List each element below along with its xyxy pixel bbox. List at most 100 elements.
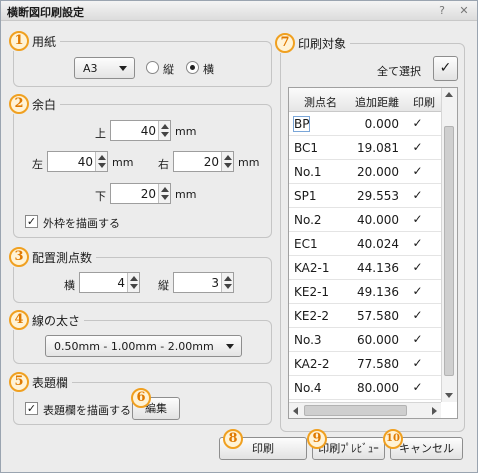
table-row[interactable]: No.1 20.000 ✓	[289, 160, 441, 184]
margin-right-stepper[interactable]: 20	[173, 151, 234, 172]
station-name-cell[interactable]: KE2-2	[294, 309, 329, 323]
station-name-cell[interactable]: BC1	[294, 141, 318, 155]
table-row[interactable]: KE2-1 49.136 ✓	[289, 280, 441, 304]
margin-bottom-stepper[interactable]: 20	[110, 183, 171, 204]
title-block-checkbox-label: 表題欄を描画する	[43, 404, 131, 417]
spin-arrows-icon[interactable]	[127, 273, 139, 292]
horizontal-scrollbar[interactable]	[289, 402, 441, 418]
distance-cell: 49.136	[357, 285, 399, 299]
close-icon[interactable]: ✕	[456, 3, 472, 18]
step-8-marker: 8	[223, 429, 243, 449]
table-row[interactable]: SP1 29.553 ✓	[289, 184, 441, 208]
station-name-cell[interactable]: KA2-2	[294, 357, 329, 371]
frame-checkbox[interactable]: ✓	[25, 215, 38, 228]
print-checkbox[interactable]: ✓	[411, 261, 424, 274]
print-checkbox[interactable]: ✓	[411, 189, 424, 202]
horizontal-count-stepper[interactable]: 4	[79, 272, 140, 293]
print-checkbox[interactable]: ✓	[411, 117, 424, 130]
chevron-down-icon	[119, 66, 127, 71]
table-row[interactable]: BP 0.000 ✓	[289, 112, 441, 136]
spin-arrows-icon[interactable]	[221, 273, 233, 292]
column-header-print[interactable]: 印刷	[413, 94, 435, 110]
scroll-down-icon[interactable]	[445, 393, 453, 398]
print-checkbox[interactable]: ✓	[411, 357, 424, 370]
spin-arrows-icon[interactable]	[95, 152, 107, 171]
print-checkbox[interactable]: ✓	[411, 237, 424, 250]
table-row[interactable]: No.2 40.000 ✓	[289, 208, 441, 232]
title-bar: 横断図印刷設定 ? ✕	[1, 1, 477, 21]
scroll-left-icon[interactable]	[293, 407, 298, 415]
station-name-cell[interactable]: KA2-1	[294, 261, 329, 275]
paper-size-select[interactable]: A3	[74, 57, 135, 79]
distance-cell: 29.553	[357, 189, 399, 203]
scroll-up-icon[interactable]	[445, 92, 453, 97]
portrait-radio[interactable]	[146, 61, 159, 74]
horizontal-scroll-thumb[interactable]	[304, 405, 407, 416]
help-icon[interactable]: ?	[434, 3, 450, 18]
print-checkbox[interactable]: ✓	[411, 213, 424, 226]
landscape-radio[interactable]	[186, 61, 199, 74]
vertical-count-stepper[interactable]: 3	[173, 272, 234, 293]
margin-label: 余白	[32, 97, 57, 112]
margin-top-label: 上	[95, 127, 106, 140]
title-block-checkbox[interactable]: ✓	[25, 402, 38, 415]
select-all-label: 全て選択	[377, 65, 421, 78]
distance-cell: 40.000	[357, 213, 399, 227]
vertical-scrollbar[interactable]	[441, 88, 457, 402]
station-name-cell[interactable]: SP1	[294, 189, 317, 203]
distance-cell: 20.000	[357, 165, 399, 179]
station-name-cell[interactable]: No.4	[294, 381, 322, 395]
table-row[interactable]: KA2-2 77.580 ✓	[289, 352, 441, 376]
station-table: 測点名 追加距離 印刷 BP 0.000 ✓ BC1 19.081 ✓ No.1 20.000…	[288, 87, 458, 419]
margin-left-stepper[interactable]: 40	[47, 151, 108, 172]
scroll-thumb[interactable]	[444, 126, 454, 376]
horizontal-count-value: 4	[117, 276, 125, 290]
spin-arrows-icon[interactable]	[158, 184, 170, 203]
table-row[interactable]: BC1 19.081 ✓	[289, 136, 441, 160]
print-checkbox[interactable]: ✓	[411, 333, 424, 346]
horizontal-count-label: 横	[64, 279, 75, 292]
step-3-marker: 3	[9, 247, 29, 267]
check-icon: ✓	[439, 60, 452, 76]
step-7-marker: 7	[275, 33, 295, 53]
margin-right-label: 右	[158, 158, 169, 171]
layout-legend: 3 配置測点数	[9, 247, 97, 267]
print-checkbox[interactable]: ✓	[411, 165, 424, 178]
scroll-right-icon[interactable]	[432, 407, 437, 415]
step-2-marker: 2	[9, 94, 29, 114]
window-title: 横断図印刷設定	[7, 6, 84, 19]
table-row[interactable]: No.4 80.000 ✓	[289, 376, 441, 400]
title-block-legend: 5 表題欄	[9, 372, 73, 392]
distance-cell: 80.000	[357, 381, 399, 395]
table-row[interactable]: KA2-1 44.136 ✓	[289, 256, 441, 280]
station-name-cell[interactable]: EC1	[294, 237, 318, 251]
margin-left-value: 40	[77, 155, 93, 169]
column-header-distance[interactable]: 追加距離	[355, 94, 399, 110]
print-checkbox[interactable]: ✓	[411, 381, 424, 394]
station-name-cell[interactable]: No.2	[294, 213, 322, 227]
spin-arrows-icon[interactable]	[158, 121, 170, 140]
distance-cell: 77.580	[357, 357, 399, 371]
step-9-marker: 9	[307, 429, 327, 449]
margin-top-stepper[interactable]: 40	[110, 120, 171, 141]
chevron-down-icon	[226, 344, 234, 349]
column-header-name[interactable]: 測点名	[304, 94, 337, 110]
print-checkbox[interactable]: ✓	[411, 309, 424, 322]
select-all-button[interactable]: ✓	[433, 56, 458, 81]
distance-cell: 44.136	[357, 261, 399, 275]
print-checkbox[interactable]: ✓	[411, 141, 424, 154]
paper-label: 用紙	[32, 34, 57, 49]
table-header: 測点名 追加距離 印刷	[289, 88, 441, 112]
targets-label: 印刷対象	[298, 36, 347, 51]
station-name-cell[interactable]: No.3	[294, 333, 322, 347]
spin-arrows-icon[interactable]	[221, 152, 233, 171]
table-row[interactable]: KE2-2 57.580 ✓	[289, 304, 441, 328]
portrait-label: 縦	[163, 63, 174, 76]
print-checkbox[interactable]: ✓	[411, 285, 424, 298]
table-row[interactable]: No.3 60.000 ✓	[289, 328, 441, 352]
table-row[interactable]: EC1 40.024 ✓	[289, 232, 441, 256]
line-width-select[interactable]: 0.50mm - 1.00mm - 2.00mm	[45, 335, 242, 357]
station-name-cell[interactable]: BP	[292, 116, 311, 132]
station-name-cell[interactable]: No.1	[294, 165, 322, 179]
station-name-cell[interactable]: KE2-1	[294, 285, 329, 299]
